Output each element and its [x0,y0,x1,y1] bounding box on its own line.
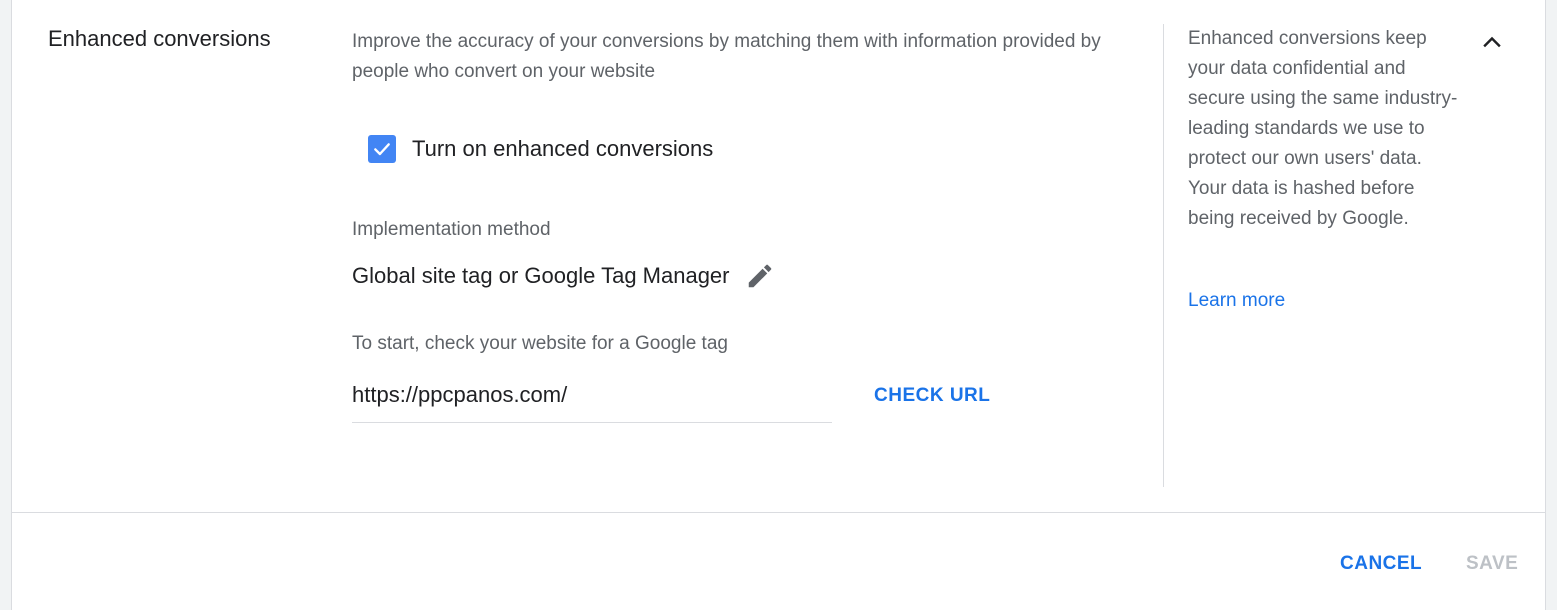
help-text: Enhanced conversions keep your data conf… [1188,28,1458,229]
implementation-method-label: Implementation method [352,219,551,240]
implementation-method-value: Global site tag or Google Tag Manager [352,263,730,288]
website-url-field[interactable] [352,380,832,423]
cancel-button[interactable]: CANCEL [1340,553,1422,575]
checkbox-checked-icon[interactable] [368,135,396,163]
enhanced-conversions-card: Enhanced conversions Improve the accurac… [11,0,1546,610]
check-url-button[interactable]: CHECK URL [874,385,990,407]
section-title: Enhanced conversions [48,26,271,51]
learn-more-link[interactable]: Learn more [1188,290,1285,312]
save-button[interactable]: SAVE [1466,553,1518,575]
website-url-input[interactable] [352,380,832,408]
check-website-prompt: To start, check your website for a Googl… [352,333,728,354]
chevron-up-icon[interactable] [1478,28,1506,56]
checkbox-label: Turn on enhanced conversions [412,136,714,161]
vertical-divider [1163,24,1164,487]
section-description: Improve the accuracy of your conversions… [352,31,1101,82]
footer-divider [12,512,1545,513]
pencil-icon[interactable] [744,260,776,292]
implementation-method-row: Global site tag or Google Tag Manager [352,260,776,292]
enhanced-conversions-toggle[interactable]: Turn on enhanced conversions [368,135,713,163]
